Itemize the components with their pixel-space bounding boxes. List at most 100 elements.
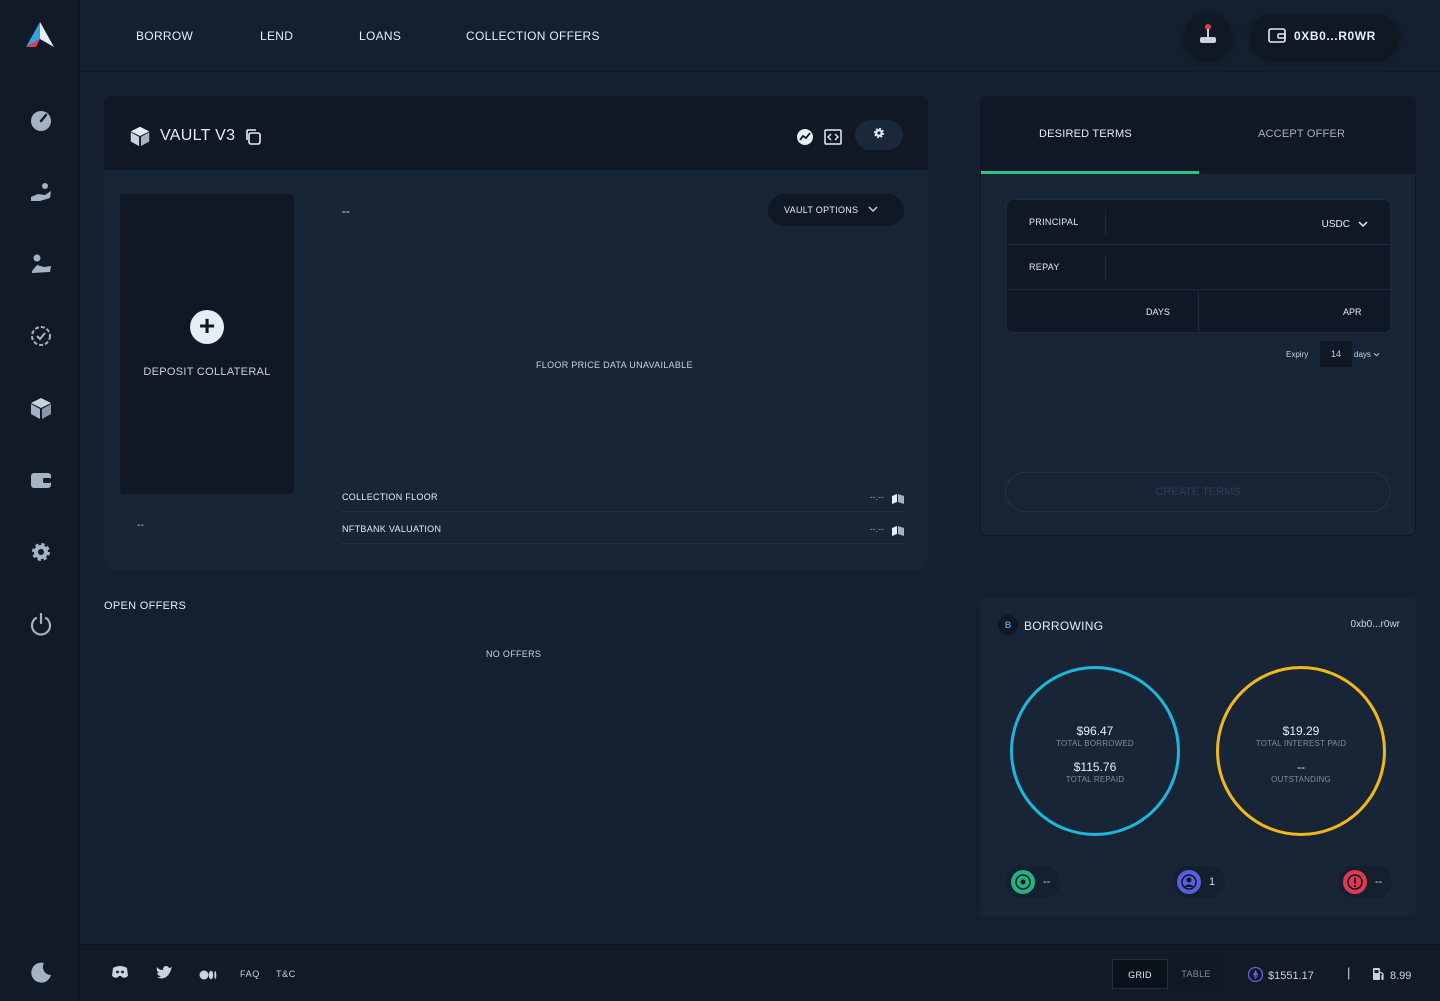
tab-desired-terms[interactable]: DESIRED TERMS — [1039, 128, 1132, 140]
code-icon[interactable] — [824, 128, 842, 151]
borrow-hand-icon[interactable] — [26, 177, 56, 207]
chevron-down-icon — [868, 205, 878, 215]
eth-price-value: $1551.17 — [1268, 970, 1314, 982]
repay-row[interactable]: REPAY — [1007, 245, 1392, 290]
ethereum-icon — [1247, 966, 1264, 985]
game-button[interactable] — [1185, 13, 1231, 59]
active-tab-indicator — [981, 171, 1199, 174]
app-logo[interactable] — [24, 20, 56, 50]
total-borrowed-label: TOTAL BORROWED — [1056, 739, 1134, 748]
days-label: DAYS — [1146, 307, 1170, 317]
floor-unavailable-text: FLOOR PRICE DATA UNAVAILABLE — [536, 360, 693, 370]
twitter-icon[interactable] — [156, 965, 173, 984]
borrowing-panel: B BORROWING 0xb0...r0wr $96.47 TOTAL BOR… — [980, 598, 1416, 916]
total-borrowed-value: $96.47 — [1076, 724, 1114, 738]
grid-view-button[interactable]: GRID — [1112, 959, 1168, 989]
lend-hand-icon[interactable] — [26, 249, 56, 279]
deposit-collateral-label: DEPOSIT COLLATERAL — [143, 366, 271, 378]
stat-value: --.-- — [869, 492, 885, 502]
borrowing-address: 0xb0...r0wr — [1350, 619, 1400, 630]
table-view-button[interactable]: TABLE — [1168, 959, 1224, 989]
days-input[interactable] — [1007, 290, 1199, 334]
currency-value: USDC — [1321, 218, 1350, 230]
stat-value: --.-- — [869, 524, 885, 534]
principal-row[interactable]: PRINCIPAL USDC — [1007, 200, 1392, 245]
wallet-icon[interactable] — [26, 465, 56, 495]
stat-row-collection-floor: COLLECTION FLOOR --.-- — [342, 480, 904, 512]
discord-icon[interactable] — [111, 965, 129, 984]
tab-accept-offer[interactable]: ACCEPT OFFER — [1258, 128, 1345, 140]
vault-settings-button[interactable] — [855, 120, 903, 150]
active-loans-icon — [1011, 870, 1035, 894]
vault-box-icon[interactable] — [26, 393, 56, 423]
deposit-collateral-card[interactable]: + DEPOSIT COLLATERAL — [120, 194, 294, 494]
wallet-address: 0XB0...R0WR — [1294, 29, 1376, 43]
total-repaid-label: TOTAL REPAID — [1065, 775, 1125, 784]
create-terms-button[interactable]: CREATE TERMS — [1005, 472, 1391, 512]
terms-form: PRINCIPAL USDC REPAY DAYS APR — [1006, 199, 1392, 335]
gas-value: 8.99 — [1390, 969, 1412, 982]
total-repaid-value: $115.76 — [1073, 760, 1117, 774]
repaid-loans-count: 1 — [1209, 876, 1216, 888]
stat-row-nftbank-valuation: NFTBANK VALUATION --.-- — [342, 512, 904, 544]
eth-price: $1551.17 — [1247, 966, 1314, 985]
alert-icon — [1343, 870, 1367, 894]
repaid-loans-pill[interactable]: 1 — [1172, 866, 1226, 898]
repay-label: REPAY — [1029, 262, 1060, 272]
principal-label: PRINCIPAL — [1029, 217, 1079, 227]
vault-options-label: VAULT OPTIONS — [784, 205, 859, 215]
borrowing-badge: B — [998, 615, 1018, 635]
dashboard-icon[interactable] — [26, 105, 56, 135]
plus-icon: + — [190, 310, 224, 344]
defaulted-loans-pill[interactable]: -- — [1338, 866, 1393, 898]
nav-loans[interactable]: LOANS — [359, 29, 401, 43]
apr-label: APR — [1343, 307, 1362, 317]
medium-icon[interactable] — [199, 967, 217, 985]
outstanding-label: OUTSTANDING — [1271, 775, 1331, 784]
borrowed-ring: $96.47 TOTAL BORROWED $115.76 TOTAL REPA… — [1010, 666, 1180, 836]
chevron-down-icon — [1373, 350, 1380, 359]
vault-options-dropdown[interactable]: VAULT OPTIONS — [768, 194, 904, 226]
settings-icon[interactable] — [26, 537, 56, 567]
wallet-button[interactable]: 0XB0...R0WR — [1251, 14, 1398, 58]
vault-cube-icon — [128, 124, 152, 153]
nav-lend[interactable]: LEND — [260, 29, 293, 43]
outstanding-value: -- — [1297, 760, 1305, 774]
faq-link[interactable]: FAQ — [240, 969, 260, 979]
terms-panel: DESIRED TERMS ACCEPT OFFER PRINCIPAL USD… — [980, 96, 1416, 536]
no-offers-text: NO OFFERS — [486, 649, 542, 659]
active-loans-count: -- — [1043, 876, 1051, 888]
loans-check-icon[interactable] — [26, 321, 56, 351]
chart-icon[interactable] — [796, 128, 814, 151]
power-icon[interactable] — [26, 609, 56, 639]
gas-price: 8.99 — [1372, 967, 1411, 984]
top-nav: BORROW LEND LOANS COLLECTION OFFERS 0XB0… — [80, 0, 1440, 72]
borrowing-title: BORROWING — [1024, 619, 1104, 633]
copy-icon[interactable] — [244, 128, 262, 151]
expiry-input[interactable]: 14 — [1320, 341, 1352, 367]
footer: FAQ T&C GRID TABLE $1551.17 | 8.99 — [80, 944, 1440, 1001]
joystick-icon — [1197, 22, 1219, 51]
interest-ring: $19.29 TOTAL INTEREST PAID -- OUTSTANDIN… — [1216, 666, 1386, 836]
chevron-down-icon — [1358, 215, 1368, 233]
expiry-unit-select[interactable]: days — [1354, 350, 1380, 359]
currency-select[interactable]: USDC — [1322, 215, 1368, 233]
duration-apr-row: DAYS APR — [1007, 290, 1392, 335]
terms-tabs: DESIRED TERMS ACCEPT OFFER — [981, 97, 1415, 174]
nav-borrow[interactable]: BORROW — [136, 29, 193, 43]
stat-label: COLLECTION FLOOR — [342, 492, 438, 502]
nftbank-icon — [892, 491, 904, 509]
total-interest-label: TOTAL INTEREST PAID — [1255, 739, 1347, 748]
defaulted-loans-count: -- — [1375, 876, 1383, 888]
vault-panel: VAULT V3 + DEPOSIT COLLATERAL -- -- VAUL… — [104, 96, 928, 569]
vault-header: VAULT V3 — [104, 96, 928, 170]
moon-icon[interactable] — [26, 957, 56, 987]
view-toggle: GRID TABLE — [1112, 959, 1224, 989]
active-loans-pill[interactable]: -- — [1006, 866, 1061, 898]
nav-collection-offers[interactable]: COLLECTION OFFERS — [466, 29, 600, 43]
wallet-icon — [1268, 27, 1286, 46]
repaid-loans-icon — [1177, 870, 1201, 894]
floor-price-header: -- — [342, 204, 350, 218]
expiry-label: Expiry — [1286, 350, 1309, 359]
tc-link[interactable]: T&C — [276, 969, 296, 979]
